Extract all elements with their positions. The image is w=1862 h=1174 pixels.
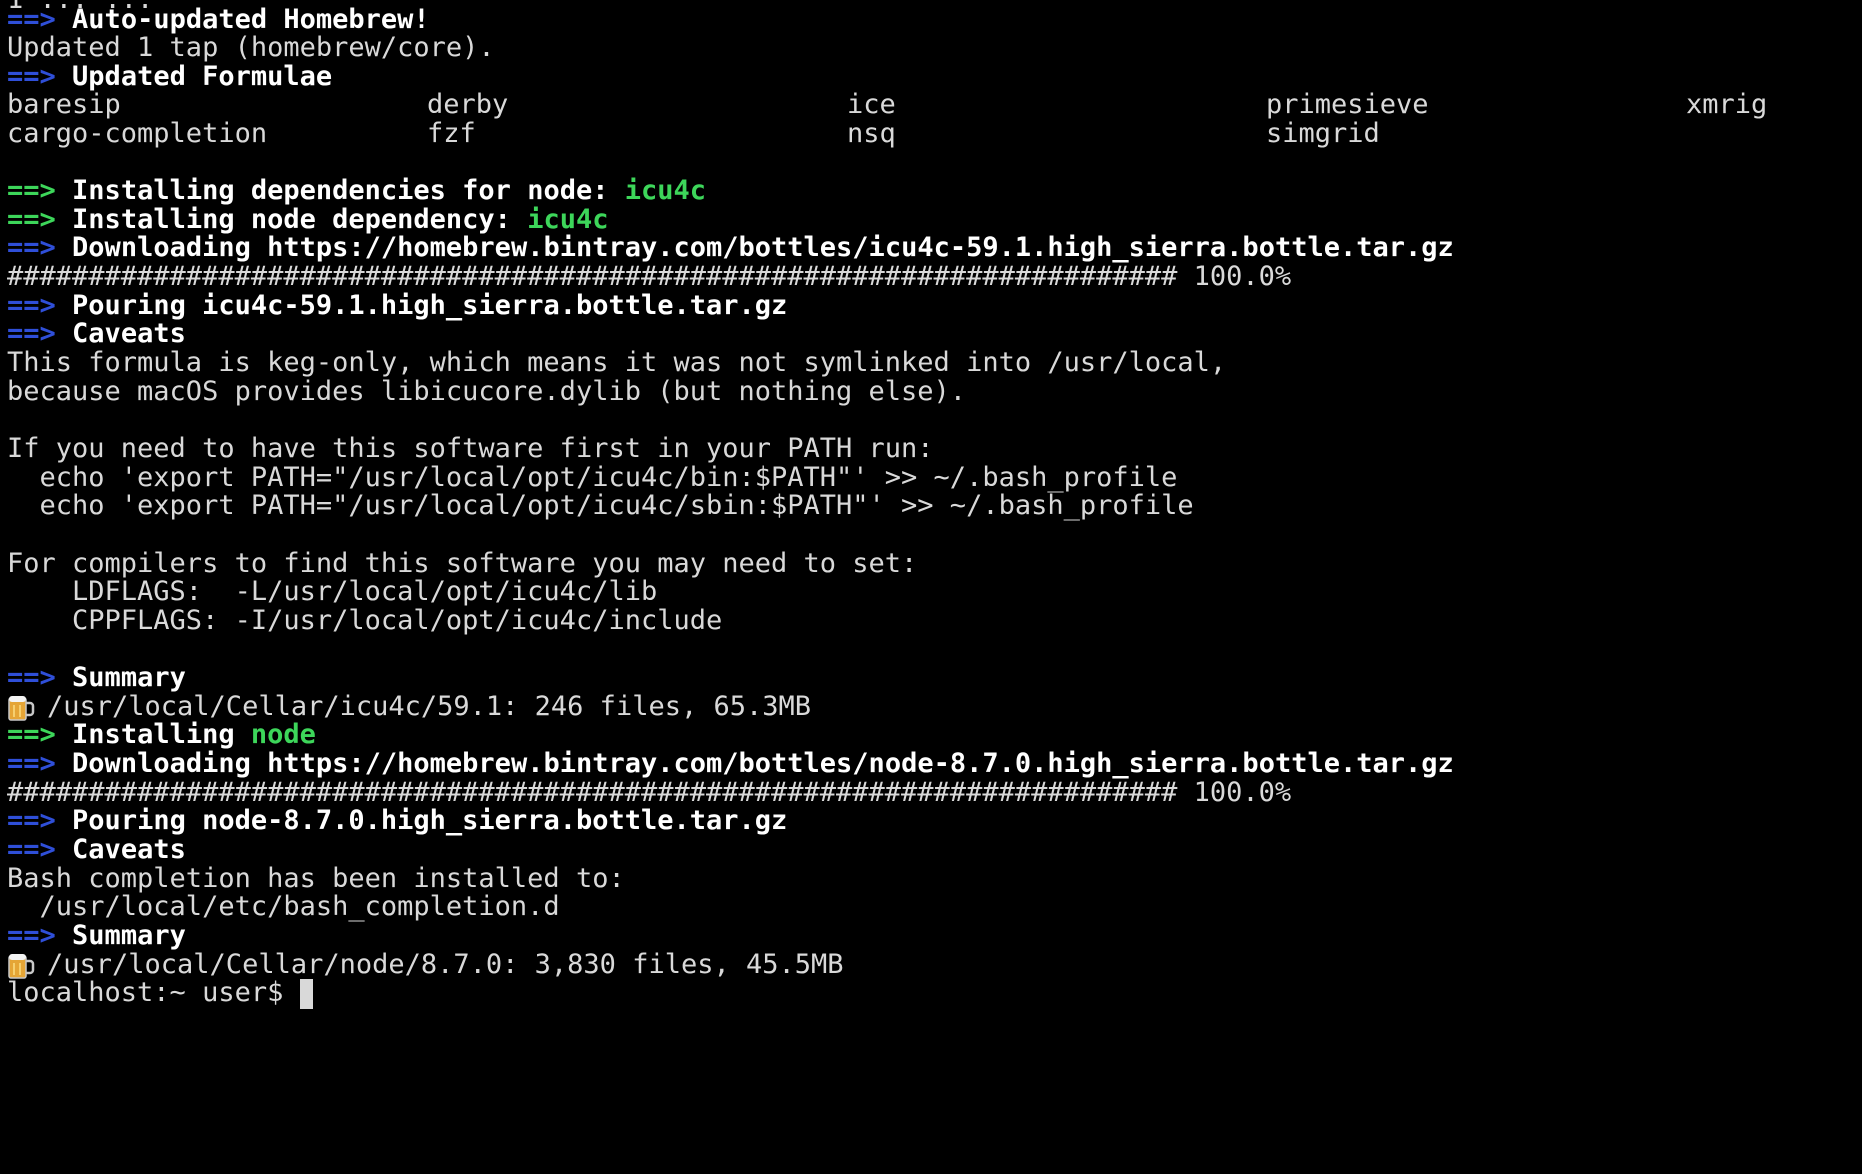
text-cursor bbox=[299, 978, 313, 1009]
caveat-line: because macOS provides libicucore.dylib … bbox=[7, 376, 967, 407]
package-name: node bbox=[250, 719, 316, 750]
formula-name: nsq bbox=[847, 118, 896, 149]
arrow-marker: ==> bbox=[7, 175, 56, 206]
formula-name: simgrid bbox=[1266, 118, 1380, 149]
caveat-line: CPPFLAGS: -I/usr/local/opt/icu4c/include bbox=[7, 605, 723, 636]
arrow-marker: ==> bbox=[7, 834, 56, 865]
terminal-window[interactable]: 1 ... ... ==> Auto-updated Homebrew! Upd… bbox=[7, 0, 1855, 1174]
arrow-marker: ==> bbox=[7, 232, 56, 263]
caveat-line: echo 'export PATH="/usr/local/opt/icu4c/… bbox=[7, 490, 1194, 521]
prompt-text: localhost:~ user$ bbox=[7, 977, 300, 1008]
shell-prompt[interactable]: localhost:~ user$ bbox=[7, 976, 313, 1010]
arrow-marker: ==> bbox=[7, 748, 56, 779]
formula-name: cargo-completion bbox=[7, 118, 268, 149]
arrow-marker: ==> bbox=[7, 805, 56, 836]
package-name: icu4c bbox=[624, 175, 707, 206]
arrow-marker: ==> bbox=[7, 920, 56, 951]
formulae-row: cargo-completion fzf nsq simgrid bbox=[7, 117, 1855, 151]
arrow-marker: ==> bbox=[7, 662, 56, 693]
arrow-marker: ==> bbox=[7, 719, 56, 750]
formula-name: fzf bbox=[427, 118, 476, 149]
arrow-marker: ==> bbox=[7, 318, 56, 349]
